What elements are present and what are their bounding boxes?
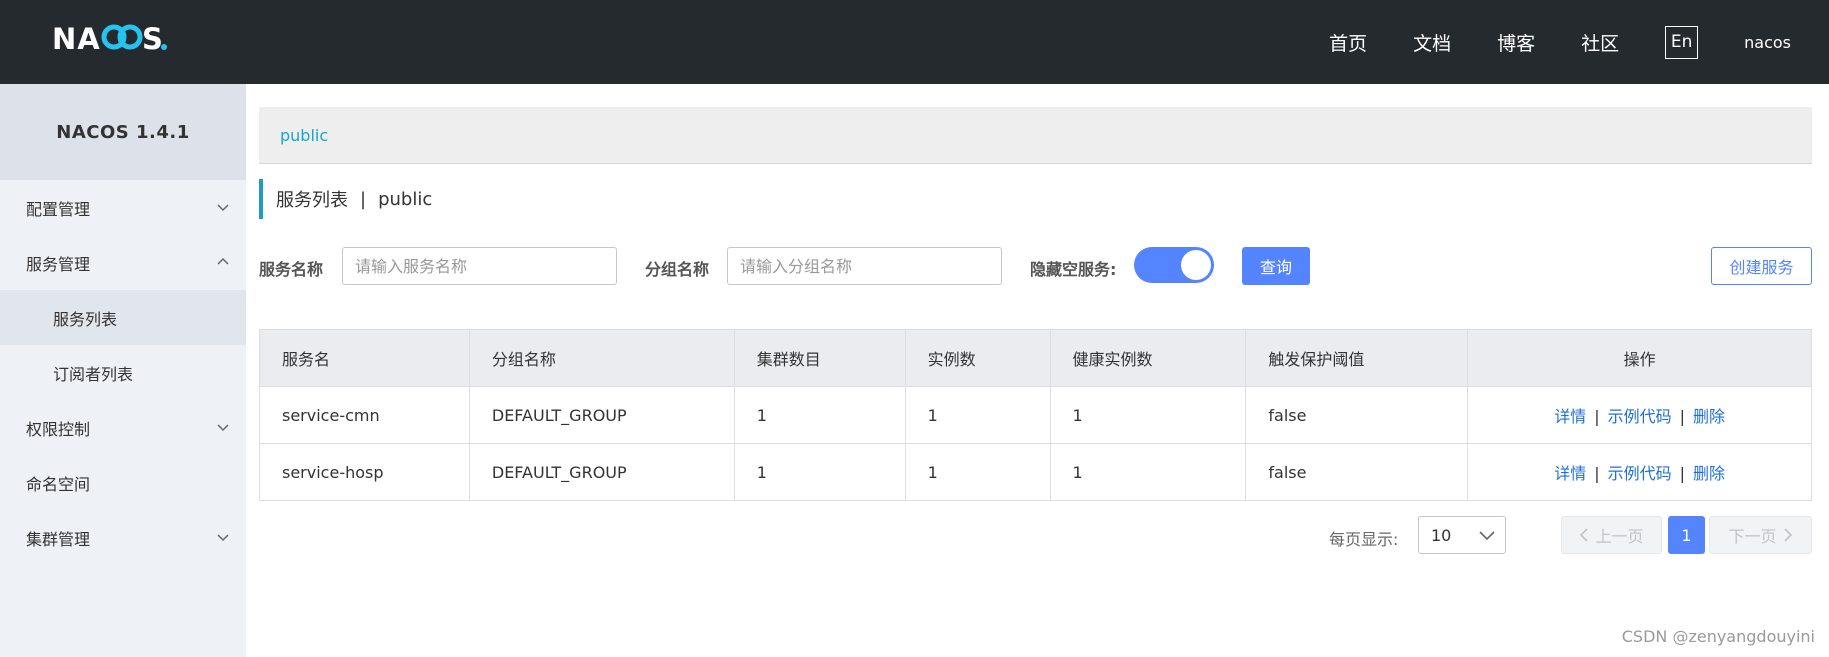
filter-bar: 服务名称 分组名称 隐藏空服务: 查询 创建服务 [259, 246, 1812, 286]
top-nav: 首页 文档 博客 社区 En nacos [1329, 0, 1829, 84]
page-title-namespace: public [378, 188, 433, 210]
sample-code-link[interactable]: 示例代码 [1608, 407, 1672, 426]
sidebar-item-label: 订阅者列表 [53, 364, 134, 384]
cell-healthy: 1 [1049, 443, 1247, 501]
sidebar-item-service[interactable]: 服务管理 [0, 235, 246, 290]
group-name-label: 分组名称 [645, 260, 710, 279]
delete-link[interactable]: 删除 [1693, 407, 1725, 426]
op-separator: | [1679, 407, 1685, 426]
pagination: 每页显示: 10 上一页 1 下一页 [0, 516, 1812, 554]
toggle-knob [1181, 250, 1211, 280]
cell-service-name: service-cmn [259, 386, 470, 444]
create-service-button[interactable]: 创建服务 [1711, 247, 1812, 285]
svg-text:S: S [142, 22, 163, 55]
nav-community[interactable]: 社区 [1581, 29, 1619, 56]
column-header: 操作 [1467, 329, 1812, 387]
chevron-down-icon [1479, 531, 1495, 541]
query-button[interactable]: 查询 [1242, 247, 1310, 285]
hide-empty-label: 隐藏空服务: [1030, 260, 1117, 279]
page-title-separator: | [360, 188, 367, 210]
watermark: CSDN @zenyangdouyini [1621, 627, 1815, 646]
top-header: NA S 首页 文档 博客 社区 En nacos [0, 0, 1829, 84]
column-header: 健康实例数 [1049, 329, 1247, 387]
namespace-bar: public [259, 107, 1812, 164]
cell-service-name: service-hosp [259, 443, 470, 501]
nav-blog[interactable]: 博客 [1497, 29, 1535, 56]
page-size-value: 10 [1431, 525, 1452, 545]
cell-operations: 详情 | 示例代码 | 删除 [1467, 386, 1812, 444]
sidebar-title: NACOS 1.4.1 [0, 84, 246, 180]
sidebar-item-subscriber-list[interactable]: 订阅者列表 [0, 345, 246, 400]
op-separator: | [1679, 464, 1685, 483]
cell-group: DEFAULT_GROUP [468, 386, 735, 444]
nav-home[interactable]: 首页 [1329, 29, 1367, 56]
sidebar-item-label: 命名空间 [26, 474, 91, 494]
nacos-logo-icon: NA S [52, 22, 167, 55]
next-page-button[interactable]: 下一页 [1709, 516, 1812, 554]
column-header: 服务名 [259, 329, 470, 387]
cell-group: DEFAULT_GROUP [468, 443, 735, 501]
cell-healthy: 1 [1049, 386, 1247, 444]
table-header-row: 服务名 分组名称 集群数目 实例数 健康实例数 触发保护阈值 操作 [259, 329, 1812, 387]
prev-page-button[interactable]: 上一页 [1561, 516, 1662, 554]
prev-page-label: 上一页 [1595, 527, 1644, 546]
cell-clusters: 1 [733, 443, 906, 501]
page-number-button[interactable]: 1 [1668, 516, 1705, 554]
op-separator: | [1594, 407, 1600, 426]
column-header: 实例数 [904, 329, 1051, 387]
page-size-label: 每页显示: [1329, 530, 1399, 549]
sidebar-item-label: 服务管理 [26, 254, 91, 274]
detail-link[interactable]: 详情 [1554, 407, 1586, 426]
delete-link[interactable]: 删除 [1693, 464, 1725, 483]
page-title: 服务列表 | public [259, 179, 432, 219]
svg-text:NA: NA [52, 22, 101, 55]
service-name-input[interactable] [342, 247, 617, 285]
next-page-label: 下一页 [1728, 527, 1777, 546]
chevron-left-icon [1580, 528, 1589, 542]
op-separator: | [1594, 464, 1600, 483]
cell-operations: 详情 | 示例代码 | 删除 [1467, 443, 1812, 501]
sidebar: NACOS 1.4.1 配置管理 服务管理 服务列表 订阅者列表 权限控制 命名… [0, 84, 246, 657]
namespace-link[interactable]: public [280, 126, 328, 145]
column-header: 集群数目 [733, 329, 906, 387]
sidebar-item-label: 配置管理 [26, 199, 91, 219]
chevron-up-icon [217, 257, 229, 265]
cell-threshold: false [1245, 443, 1469, 501]
table-row: service-cmn DEFAULT_GROUP 1 1 1 false 详情… [259, 386, 1812, 444]
nav-docs[interactable]: 文档 [1413, 29, 1451, 56]
chevron-down-icon [217, 424, 229, 432]
user-name[interactable]: nacos [1744, 33, 1791, 52]
detail-link[interactable]: 详情 [1554, 464, 1586, 483]
sidebar-item-label: 服务列表 [53, 309, 118, 329]
cell-threshold: false [1245, 386, 1469, 444]
hide-empty-toggle[interactable] [1134, 247, 1214, 283]
cell-clusters: 1 [733, 386, 906, 444]
cell-instances: 1 [904, 386, 1051, 444]
sidebar-item-config[interactable]: 配置管理 [0, 180, 246, 235]
page-title-main: 服务列表 [276, 190, 348, 211]
nacos-logo[interactable]: NA S [52, 20, 192, 56]
column-header: 分组名称 [468, 329, 735, 387]
cell-instances: 1 [904, 443, 1051, 501]
sample-code-link[interactable]: 示例代码 [1608, 464, 1672, 483]
column-header: 触发保护阈值 [1245, 329, 1469, 387]
language-toggle-button[interactable]: En [1665, 25, 1699, 59]
sidebar-item-namespace[interactable]: 命名空间 [0, 455, 246, 510]
service-name-label: 服务名称 [259, 260, 324, 279]
sidebar-item-permission[interactable]: 权限控制 [0, 400, 246, 455]
group-name-input[interactable] [727, 247, 1002, 285]
chevron-right-icon [1783, 528, 1792, 542]
table-row: service-hosp DEFAULT_GROUP 1 1 1 false 详… [259, 443, 1812, 501]
chevron-down-icon [217, 204, 229, 212]
service-table: 服务名 分组名称 集群数目 实例数 健康实例数 触发保护阈值 操作 servic… [259, 329, 1812, 501]
sidebar-item-label: 权限控制 [26, 419, 91, 439]
sidebar-item-service-list[interactable]: 服务列表 [0, 290, 246, 345]
page-size-select[interactable]: 10 [1418, 516, 1506, 554]
